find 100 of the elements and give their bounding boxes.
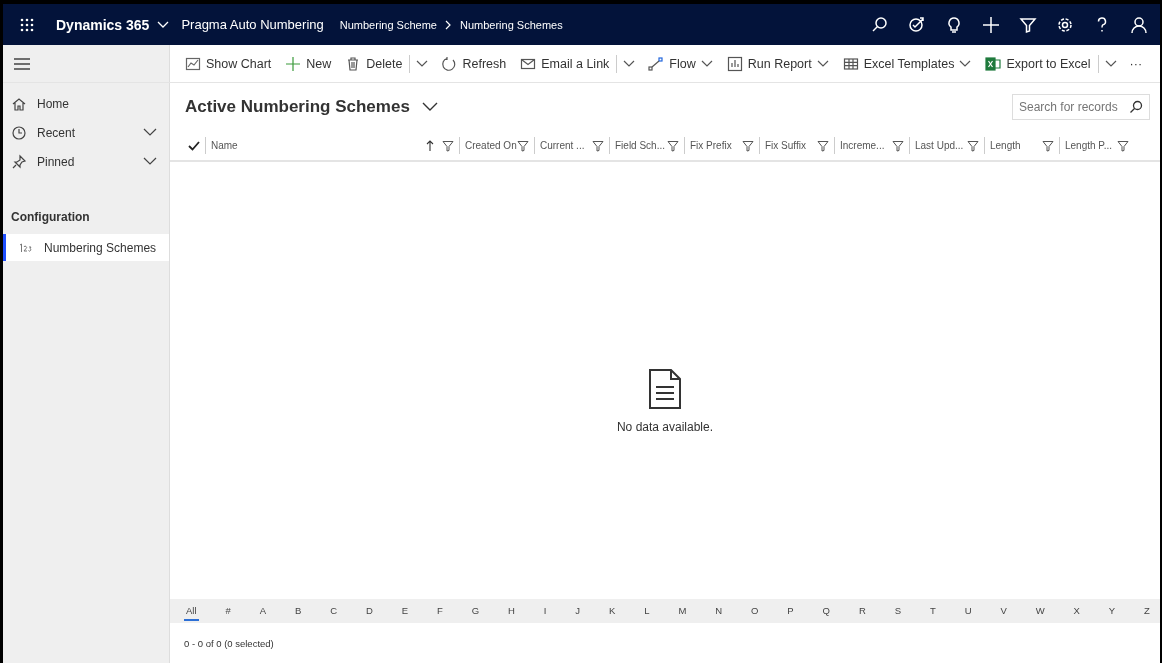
filter-icon[interactable]	[517, 139, 529, 152]
jump-bar-letter[interactable]: H	[506, 601, 517, 621]
select-all-checkmark-icon[interactable]	[188, 140, 200, 151]
arrow-up-icon[interactable]	[426, 139, 434, 152]
command-button[interactable]: New	[278, 51, 339, 76]
column-header[interactable]: Field Sch...	[609, 137, 684, 154]
jump-bar-letter[interactable]: Y	[1106, 601, 1118, 621]
command-button[interactable]: Show Chart	[178, 51, 279, 76]
target-icon[interactable]	[908, 15, 926, 34]
jump-bar-letter[interactable]: W	[1033, 601, 1047, 621]
pin-icon[interactable]	[11, 153, 27, 170]
chevron-down-icon[interactable]	[143, 157, 157, 166]
command-button[interactable]: Flow	[641, 51, 720, 76]
chart-icon	[185, 55, 201, 72]
menu-icon[interactable]	[14, 57, 30, 70]
jump-bar-letter[interactable]: L	[642, 601, 652, 621]
command-button[interactable]: Email a Link	[513, 51, 617, 76]
jump-bar-letter[interactable]: K	[607, 601, 618, 621]
empty-message: No data available.	[616, 419, 714, 434]
column-header[interactable]: Fix Suffix	[759, 137, 834, 154]
person-icon[interactable]	[1130, 15, 1148, 34]
column-header[interactable]: Name	[205, 137, 459, 154]
jump-bar-letter[interactable]: F	[435, 601, 445, 621]
column-header[interactable]: Last Upd...	[909, 137, 984, 154]
jump-bar-letter[interactable]: P	[785, 601, 796, 621]
search-icon[interactable]	[871, 15, 889, 34]
search-icon[interactable]	[1129, 100, 1143, 114]
excel-icon	[985, 55, 1002, 72]
command-button[interactable]: Export to Excel	[978, 51, 1098, 76]
jump-bar-letter[interactable]: B	[292, 601, 304, 621]
jump-bar-letter[interactable]: M	[676, 601, 689, 621]
breadcrumb-link[interactable]: Numbering Scheme	[339, 18, 437, 31]
jump-bar-letter[interactable]: V	[998, 601, 1009, 621]
report-icon	[726, 55, 743, 72]
lightbulb-icon[interactable]	[945, 15, 963, 34]
flow-icon	[648, 55, 665, 72]
jump-bar-letter[interactable]: J	[573, 601, 583, 621]
filter-icon[interactable]	[1042, 139, 1054, 152]
jump-bar-letter[interactable]: Z	[1142, 601, 1152, 621]
document-icon	[648, 367, 682, 410]
column-header[interactable]: Current ...	[534, 137, 609, 154]
breadcrumb-link[interactable]: Numbering Schemes	[460, 18, 563, 31]
nav-item[interactable]: Recent	[37, 125, 133, 140]
plus-icon	[285, 55, 302, 72]
jump-bar-letter[interactable]: U	[962, 601, 974, 621]
clock-icon[interactable]	[11, 124, 27, 141]
column-header[interactable]: Length	[984, 137, 1059, 154]
command-button[interactable]: Delete	[338, 51, 410, 76]
nav-item[interactable]: Numbering Schemes	[3, 234, 169, 261]
table-icon	[842, 55, 859, 72]
jump-bar-letter[interactable]: All	[184, 601, 199, 621]
filter-icon[interactable]	[817, 139, 829, 152]
search-field[interactable]: Search for records	[1012, 94, 1150, 120]
command-button[interactable]: Excel Templates	[835, 51, 979, 76]
chevron-down-icon[interactable]	[143, 128, 157, 137]
plus-icon[interactable]	[982, 15, 1000, 34]
filter-icon[interactable]	[742, 139, 754, 152]
jump-bar-letter[interactable]: S	[892, 601, 903, 621]
jump-bar-letter[interactable]: N	[713, 601, 725, 621]
jump-bar-letter[interactable]: G	[469, 601, 482, 621]
filter-icon[interactable]	[442, 139, 454, 152]
nav-item[interactable]: Pinned	[37, 154, 133, 169]
filter-icon[interactable]	[892, 139, 904, 152]
settings-icon[interactable]	[1056, 15, 1074, 34]
chevron-right-icon	[445, 19, 452, 30]
filter-icon[interactable]	[667, 139, 679, 152]
column-header[interactable]: Created On	[459, 137, 534, 154]
view-selector[interactable]: Active Numbering Schemes	[185, 97, 438, 117]
jump-bar-letter[interactable]: R	[856, 601, 868, 621]
column-header[interactable]: Length P...	[1059, 137, 1134, 154]
filter-icon[interactable]	[967, 139, 979, 152]
jump-bar-letter[interactable]: O	[749, 601, 761, 621]
jump-bar-letter[interactable]: #	[223, 601, 233, 621]
app-launcher-icon[interactable]	[20, 17, 34, 32]
column-header[interactable]: Increme...	[834, 137, 909, 154]
numbers-icon	[18, 241, 34, 254]
chevron-down-icon	[1104, 59, 1117, 68]
jump-bar-letter[interactable]: I	[541, 601, 549, 621]
filter-icon[interactable]	[1117, 139, 1129, 152]
jump-bar-letter[interactable]: Q	[820, 601, 832, 621]
column-header[interactable]: Fix Prefix	[684, 137, 759, 154]
command-button[interactable]: ···	[1122, 52, 1150, 75]
chevron-down-icon	[416, 59, 429, 68]
nav-group-heading: Configuration	[11, 210, 91, 224]
filter-icon[interactable]	[1019, 15, 1037, 34]
jump-bar-letter[interactable]: C	[328, 601, 340, 621]
app-name[interactable]: Dynamics 365	[56, 16, 150, 33]
jump-bar-letter[interactable]: D	[363, 601, 375, 621]
jump-bar-letter[interactable]: E	[399, 601, 411, 621]
jump-bar-letter[interactable]: A	[257, 601, 268, 621]
record-count: 0 - 0 of 0 (0 selected)	[184, 637, 274, 649]
chevron-down-icon	[421, 102, 438, 112]
filter-icon[interactable]	[592, 139, 604, 152]
module-name[interactable]: Pragma Auto Numbering	[181, 17, 324, 32]
command-button[interactable]: Run Report	[719, 51, 836, 76]
jump-bar-letter[interactable]: T	[927, 601, 938, 621]
jump-bar-letter[interactable]: X	[1071, 601, 1082, 621]
chevron-down-icon	[623, 59, 636, 68]
nav-item[interactable]: Home	[37, 96, 157, 111]
command-button[interactable]: Refresh	[434, 51, 514, 76]
